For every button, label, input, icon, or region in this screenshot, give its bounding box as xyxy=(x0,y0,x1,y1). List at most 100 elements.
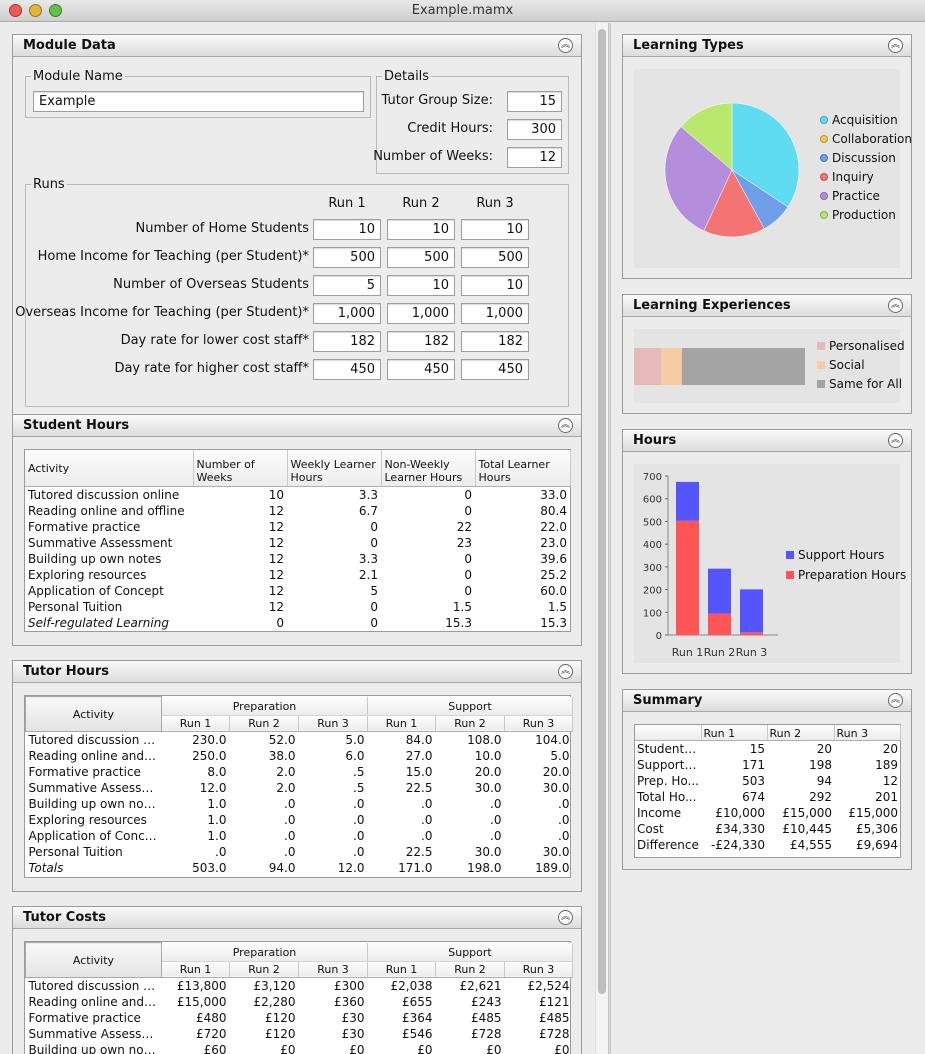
table-row[interactable]: Exploring resources 1.0 .0 .0 .0 .0 .0 xyxy=(26,812,573,828)
run-2-field[interactable]: 182 xyxy=(387,331,455,352)
column-header[interactable]: Run 1 xyxy=(161,715,230,732)
value-cell: £2,621 xyxy=(459,978,502,993)
column-header[interactable]: Number of Weeks xyxy=(193,450,288,487)
student-hours-table[interactable]: Activity Number of Weeks Weekly Learner … xyxy=(24,449,571,632)
value-cell: £243 xyxy=(470,994,502,1009)
collapse-icon[interactable]: ︽ xyxy=(558,38,573,53)
column-header[interactable]: Run 1 xyxy=(161,961,230,978)
run-2-field[interactable]: 500 xyxy=(387,247,455,268)
tutor-group-size-field[interactable]: 15 xyxy=(507,91,562,112)
table-row[interactable]: Total Ho... 674 292 201 xyxy=(635,789,900,805)
column-header[interactable]: Run 3 xyxy=(504,961,573,978)
table-row[interactable]: Tutored discussion o... £13,800 £3,120 £300… xyxy=(26,977,573,994)
column-header[interactable]: Run 1 xyxy=(701,725,768,741)
run-3-field[interactable]: 500 xyxy=(461,247,529,268)
activity-header[interactable]: Activity xyxy=(25,696,162,732)
column-header[interactable]: Run 1 xyxy=(367,961,436,978)
column-header[interactable]: Total Learner Hours xyxy=(475,450,571,487)
table-row[interactable]: Reading online and offline 12 6.7 0 80.4 xyxy=(25,503,570,519)
column-header[interactable]: Weekly Learner Hours xyxy=(287,450,382,487)
run-2-field[interactable]: 1,000 xyxy=(387,303,455,324)
table-row[interactable]: Personal Tuition .0 .0 .0 22.5 30.0 30.0 xyxy=(26,844,573,860)
column-header[interactable]: Run 2 xyxy=(435,715,505,732)
table-row[interactable]: Building up own notes 12 3.3 0 39.6 xyxy=(25,551,570,567)
table-row[interactable]: Reading online and ... £15,000 £2,280 £360 £… xyxy=(26,994,573,1010)
table-row[interactable]: Building up own notes 1.0 .0 .0 .0 .0 .0 xyxy=(26,796,573,812)
summary-table[interactable]: Run 1 Run 2 Run 3 Student ... 15 20 20 Supp… xyxy=(634,724,901,858)
column-header[interactable]: Run 2 xyxy=(229,715,299,732)
table-row[interactable]: Difference -£24,330 £4,555 £9,694 xyxy=(635,837,900,853)
collapse-icon[interactable]: ︽ xyxy=(888,298,903,313)
collapse-icon[interactable]: ︽ xyxy=(558,418,573,433)
column-header[interactable]: Run 2 xyxy=(435,961,505,978)
activity-header[interactable]: Activity xyxy=(25,942,162,978)
run-1-field[interactable]: 5 xyxy=(313,275,381,296)
collapse-icon[interactable]: ︽ xyxy=(888,693,903,708)
table-row[interactable]: Summative Assessm... 12.0 2.0 .5 22.5 30.0 30.… xyxy=(26,780,573,796)
table-row[interactable]: Application of Concept 12 5 0 60.0 xyxy=(25,583,570,599)
table-row[interactable]: Summative Assessment 12 0 23 23.0 xyxy=(25,535,570,551)
column-header[interactable]: Activity xyxy=(25,450,194,487)
run-1-field[interactable]: 500 xyxy=(313,247,381,268)
column-header[interactable]: Run 1 xyxy=(367,715,436,732)
table-row[interactable]: Summative Assessm... £720 £120 £30 £546 £728 £… xyxy=(26,1026,573,1042)
table-row[interactable]: Prep. Ho... 503 94 12 xyxy=(635,773,900,789)
column-header[interactable]: Run 3 xyxy=(834,725,901,741)
number-of-weeks-field[interactable]: 12 xyxy=(507,147,562,168)
run-2-field[interactable]: 450 xyxy=(387,359,455,380)
table-row[interactable]: Reading online and ... 250.0 38.0 6.0 27.0 10… xyxy=(26,748,573,764)
value-cell: £3,120 xyxy=(253,978,296,993)
run-1-field[interactable]: 10 xyxy=(313,219,381,240)
run-1-field[interactable]: 1,000 xyxy=(313,303,381,324)
legend-label: Preparation Hours xyxy=(798,568,907,582)
table-row[interactable]: Self-regulated Learning 0 0 15.3 15.3 xyxy=(25,615,570,631)
run-1-field[interactable]: 450 xyxy=(313,359,381,380)
credit-hours-field[interactable]: 300 xyxy=(507,119,562,140)
totals-row[interactable]: Totals 503.0 94.0 12.0 171.0 198.0 189.0 xyxy=(26,860,573,876)
table-row[interactable]: Tutored discussion online 10 3.3 0 33.0 xyxy=(25,486,570,503)
run-2-field[interactable]: 10 xyxy=(387,219,455,240)
table-row[interactable]: Application of Concept 1.0 .0 .0 .0 .0 .0 xyxy=(26,828,573,844)
tutor-costs-table[interactable]: Activity Preparation Support Run 1 Run 2… xyxy=(24,941,573,1054)
table-row[interactable]: Support ... 171 198 189 xyxy=(635,757,900,773)
column-header[interactable]: Run 3 xyxy=(298,961,368,978)
table-row[interactable]: Personal Tuition 12 0 1.5 1.5 xyxy=(25,599,570,615)
scrollbar-thumb[interactable] xyxy=(598,29,606,994)
column-header[interactable]: Run 3 xyxy=(504,715,573,732)
table-row[interactable]: Building up own notes £60 £0 £0 £0 £0 £0 xyxy=(26,1042,573,1054)
run-3-field[interactable]: 10 xyxy=(461,219,529,240)
module-name-field[interactable]: Example xyxy=(33,91,364,112)
column-header[interactable]: Run 3 xyxy=(298,715,368,732)
column-header[interactable]: Run 2 xyxy=(767,725,835,741)
run-2-field[interactable]: 10 xyxy=(387,275,455,296)
table-row[interactable]: Formative practice 8.0 2.0 .5 15.0 20.0 20.0 xyxy=(26,764,573,780)
collapse-icon[interactable]: ︽ xyxy=(558,664,573,679)
total-hours-cell: 15.3 xyxy=(540,615,567,630)
value-cell: .0 xyxy=(558,828,570,843)
x-tick-label: Run 3 xyxy=(736,646,768,659)
collapse-icon[interactable]: ︽ xyxy=(558,910,573,925)
value-cell: £13,800 xyxy=(176,978,227,993)
value-cell: £364 xyxy=(401,1010,433,1025)
collapse-icon[interactable]: ︽ xyxy=(888,433,903,448)
table-row[interactable]: Cost £34,330 £10,445 £5,306 xyxy=(635,821,900,837)
tutor-hours-table[interactable]: Activity Preparation Support Run 1 Run 2… xyxy=(24,695,573,878)
legend-item-practice: Practice xyxy=(820,189,880,203)
left-pane-scrollbar[interactable] xyxy=(595,23,608,1054)
table-row[interactable]: Income £10,000 £15,000 £15,000 xyxy=(635,805,900,821)
column-header[interactable]: Run 2 xyxy=(229,961,299,978)
run-1-field[interactable]: 182 xyxy=(313,331,381,352)
column-header[interactable]: Non-Weekly Learner Hours xyxy=(381,450,476,487)
collapse-icon[interactable]: ︽ xyxy=(888,38,903,53)
run-3-field[interactable]: 450 xyxy=(461,359,529,380)
table-row[interactable]: Tutored discussion o... 230.0 52.0 5.0 84.0 1… xyxy=(26,731,573,748)
weekly-hours-cell: 0 xyxy=(370,599,378,614)
run-3-field[interactable]: 10 xyxy=(461,275,529,296)
table-row[interactable]: Exploring resources 12 2.1 0 25.2 xyxy=(25,567,570,583)
table-row[interactable]: Formative practice £480 £120 £30 £364 £485 £48… xyxy=(26,1010,573,1026)
column-header[interactable] xyxy=(635,725,702,741)
run-3-field[interactable]: 182 xyxy=(461,331,529,352)
table-row[interactable]: Formative practice 12 0 22 22.0 xyxy=(25,519,570,535)
table-row[interactable]: Student ... 15 20 20 xyxy=(635,740,900,757)
run-3-field[interactable]: 1,000 xyxy=(461,303,529,324)
